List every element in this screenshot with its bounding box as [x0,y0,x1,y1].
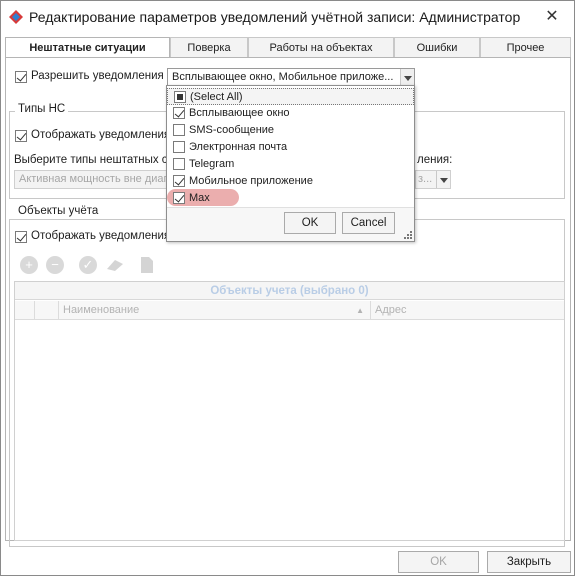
footer-close-button[interactable]: Закрыть [487,551,571,573]
item-checkbox[interactable] [173,141,185,153]
grid-col-check[interactable] [35,301,59,320]
dropdown-item-select-all[interactable]: (Select All) [167,88,414,105]
item-checkbox[interactable] [173,124,185,136]
ns-right-combo-value: з... [418,173,433,185]
dropdown-item-label: Telegram [189,158,235,170]
footer-ok-button[interactable]: OK [398,551,479,573]
objects-grid: Объекты учета (выбрано 0) Наименование ▲… [14,281,565,541]
ns-right-combo[interactable]: з... [415,170,451,189]
channels-combo-value: Всплывающее окно, Мобильное приложе... [172,71,394,83]
dropdown-item-sms[interactable]: SMS-сообщение [167,122,414,139]
item-checkbox[interactable] [173,107,185,119]
remove-icon[interactable]: − [46,256,64,274]
ns-types-combo-value: Активная мощность вне диап [19,173,167,185]
tab-other[interactable]: Прочее [480,37,571,57]
title-bar: Редактирование параметров уведомлений уч… [1,1,574,34]
ns-right-label: ления: [417,154,453,166]
grid-title: Объекты учета (выбрано 0) [15,282,564,300]
grid-col-name-label: Наименование [63,304,140,316]
select-all-checkbox[interactable] [174,91,186,103]
dropdown-item-label: (Select All) [190,91,243,103]
ns-show-checkbox[interactable] [15,130,27,142]
check-icon[interactable]: ✓ [79,256,97,274]
eraser-icon[interactable] [105,257,125,273]
grid-header: Наименование ▲ Адрес [15,301,564,320]
dropdown-item-label: SMS-сообщение [189,124,275,136]
grid-col-name[interactable]: Наименование ▲ [59,301,371,320]
dropdown-item-popup[interactable]: Всплывающее окно [167,105,414,122]
tab-verification[interactable]: Поверка [170,37,248,57]
dropdown-item-label: Электронная почта [189,141,288,153]
diamond-app-icon [9,10,23,24]
item-checkbox[interactable] [173,158,185,170]
dropdown-item-telegram[interactable]: Telegram [167,156,414,173]
sort-asc-icon: ▲ [356,306,364,315]
allow-notifications-label: Разрешить уведомления [31,70,164,82]
tab-incidents[interactable]: Нештатные ситуации [5,37,170,58]
allow-notifications-checkbox[interactable] [15,71,27,83]
objects-show-label: Отображать уведомления [31,230,171,242]
ns-types-combo[interactable]: Активная мощность вне диап [14,170,170,189]
add-icon[interactable]: + [20,256,38,274]
ns-show-label: Отображать уведомления [31,129,171,141]
objects-show-checkbox[interactable] [15,231,27,243]
resize-grip-icon[interactable] [404,231,412,239]
window-title: Редактирование параметров уведомлений уч… [29,9,521,25]
dropdown-item-mobile-app[interactable]: Мобильное приложение [167,173,414,190]
item-checkbox[interactable] [173,175,185,187]
objects-group-title: Объекты учёта [15,205,102,217]
chevron-down-icon[interactable] [436,171,450,188]
dialog-window: Редактирование параметров уведомлений уч… [0,0,575,576]
dropdown-item-email[interactable]: Электронная почта [167,139,414,156]
dropdown-cancel-button[interactable]: Cancel [342,212,395,234]
tab-site-work[interactable]: Работы на объектах [248,37,394,57]
ns-select-label: Выберите типы нештатных си [14,154,174,166]
tab-strip: Нештатные ситуации Поверка Работы на объ… [5,37,571,58]
dropdown-ok-button[interactable]: OK [284,212,336,234]
dropdown-item-label: Мобильное приложение [189,175,313,187]
channels-dropdown: (Select All) Всплывающее окно SMS-сообще… [166,85,415,242]
grid-col-address[interactable]: Адрес [371,301,564,320]
item-checkbox[interactable] [173,192,185,204]
ns-types-group-title: Типы НС [15,103,69,115]
chevron-down-icon[interactable] [400,69,414,86]
grid-col-indicator [15,301,35,320]
dropdown-item-label: Max [189,192,210,204]
tab-errors[interactable]: Ошибки [394,37,480,57]
document-icon[interactable] [139,256,155,274]
dropdown-item-label: Всплывающее окно [189,107,290,119]
dropdown-item-max[interactable]: Max [167,190,414,207]
close-icon[interactable]: ✕ [539,5,565,29]
